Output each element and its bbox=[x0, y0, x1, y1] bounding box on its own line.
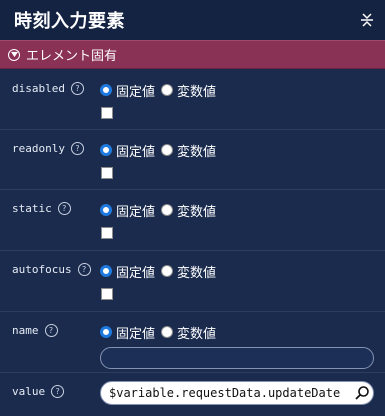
autofocus-checkbox[interactable] bbox=[101, 288, 113, 300]
help-icon[interactable]: ? bbox=[44, 324, 58, 337]
collapse-icon[interactable] bbox=[359, 12, 375, 28]
fixed-value-radio[interactable] bbox=[100, 326, 112, 338]
property-name: value bbox=[12, 385, 46, 398]
panel-header: 時刻入力要素 bbox=[0, 0, 385, 40]
fixed-value-radio[interactable] bbox=[100, 265, 112, 277]
property-name: autofocus bbox=[12, 263, 72, 276]
help-icon[interactable]: ? bbox=[57, 202, 71, 215]
property-row-readonly: readonly ? 固定値 変数値 bbox=[0, 130, 385, 190]
section-header[interactable]: エレメント固有 bbox=[0, 40, 385, 69]
variable-value-radio[interactable] bbox=[161, 204, 174, 216]
readonly-checkbox[interactable] bbox=[101, 167, 113, 179]
fixed-value-label: 固定値 bbox=[116, 204, 156, 220]
property-row-static: static ? 固定値 変数値 bbox=[0, 190, 385, 251]
help-icon[interactable]: ? bbox=[77, 263, 91, 276]
property-name: name bbox=[12, 324, 39, 337]
search-icon[interactable] bbox=[351, 382, 373, 404]
variable-value-radio[interactable] bbox=[161, 144, 174, 156]
fixed-value-label: 固定値 bbox=[116, 326, 156, 342]
property-panel: 時刻入力要素 エレメント固有 disabled ? 固定値 変数値 readon… bbox=[0, 0, 385, 416]
fixed-value-radio[interactable] bbox=[100, 204, 112, 216]
name-input[interactable] bbox=[100, 347, 374, 369]
static-checkbox[interactable] bbox=[101, 227, 113, 239]
fixed-value-label: 固定値 bbox=[116, 265, 156, 281]
property-row-autofocus: autofocus ? 固定値 変数値 bbox=[0, 251, 385, 312]
section-label: エレメント固有 bbox=[26, 49, 118, 64]
variable-value-radio[interactable] bbox=[161, 326, 174, 338]
fixed-value-radio[interactable] bbox=[100, 84, 112, 96]
disabled-checkbox[interactable] bbox=[101, 107, 113, 119]
chevron-down-icon[interactable] bbox=[8, 48, 20, 61]
value-input[interactable]: $variable.requestData.updateDate bbox=[100, 381, 374, 405]
property-row-name: name ? 固定値 変数値 bbox=[0, 312, 385, 373]
variable-value-radio[interactable] bbox=[161, 84, 174, 96]
help-icon[interactable]: ? bbox=[70, 82, 84, 95]
help-icon[interactable]: ? bbox=[51, 385, 65, 398]
panel-title: 時刻入力要素 bbox=[14, 11, 125, 32]
variable-value-label: 変数値 bbox=[177, 204, 217, 220]
variable-value-label: 変数値 bbox=[177, 265, 217, 281]
property-name: disabled bbox=[12, 82, 65, 95]
fixed-value-radio[interactable] bbox=[100, 144, 112, 156]
fixed-value-label: 固定値 bbox=[116, 144, 156, 160]
variable-value-radio[interactable] bbox=[161, 265, 174, 277]
variable-value-label: 変数値 bbox=[177, 84, 217, 100]
value-input-text: $variable.requestData.updateDate bbox=[109, 386, 341, 400]
property-row-value: value ? $variable.requestData.updateDate bbox=[0, 373, 385, 415]
fixed-value-label: 固定値 bbox=[116, 84, 156, 100]
variable-value-label: 変数値 bbox=[177, 326, 217, 342]
property-row-disabled: disabled ? 固定値 変数値 bbox=[0, 69, 385, 130]
help-icon[interactable]: ? bbox=[70, 142, 84, 155]
variable-value-label: 変数値 bbox=[177, 144, 217, 160]
property-name: static bbox=[12, 202, 52, 215]
property-name: readonly bbox=[12, 142, 65, 155]
